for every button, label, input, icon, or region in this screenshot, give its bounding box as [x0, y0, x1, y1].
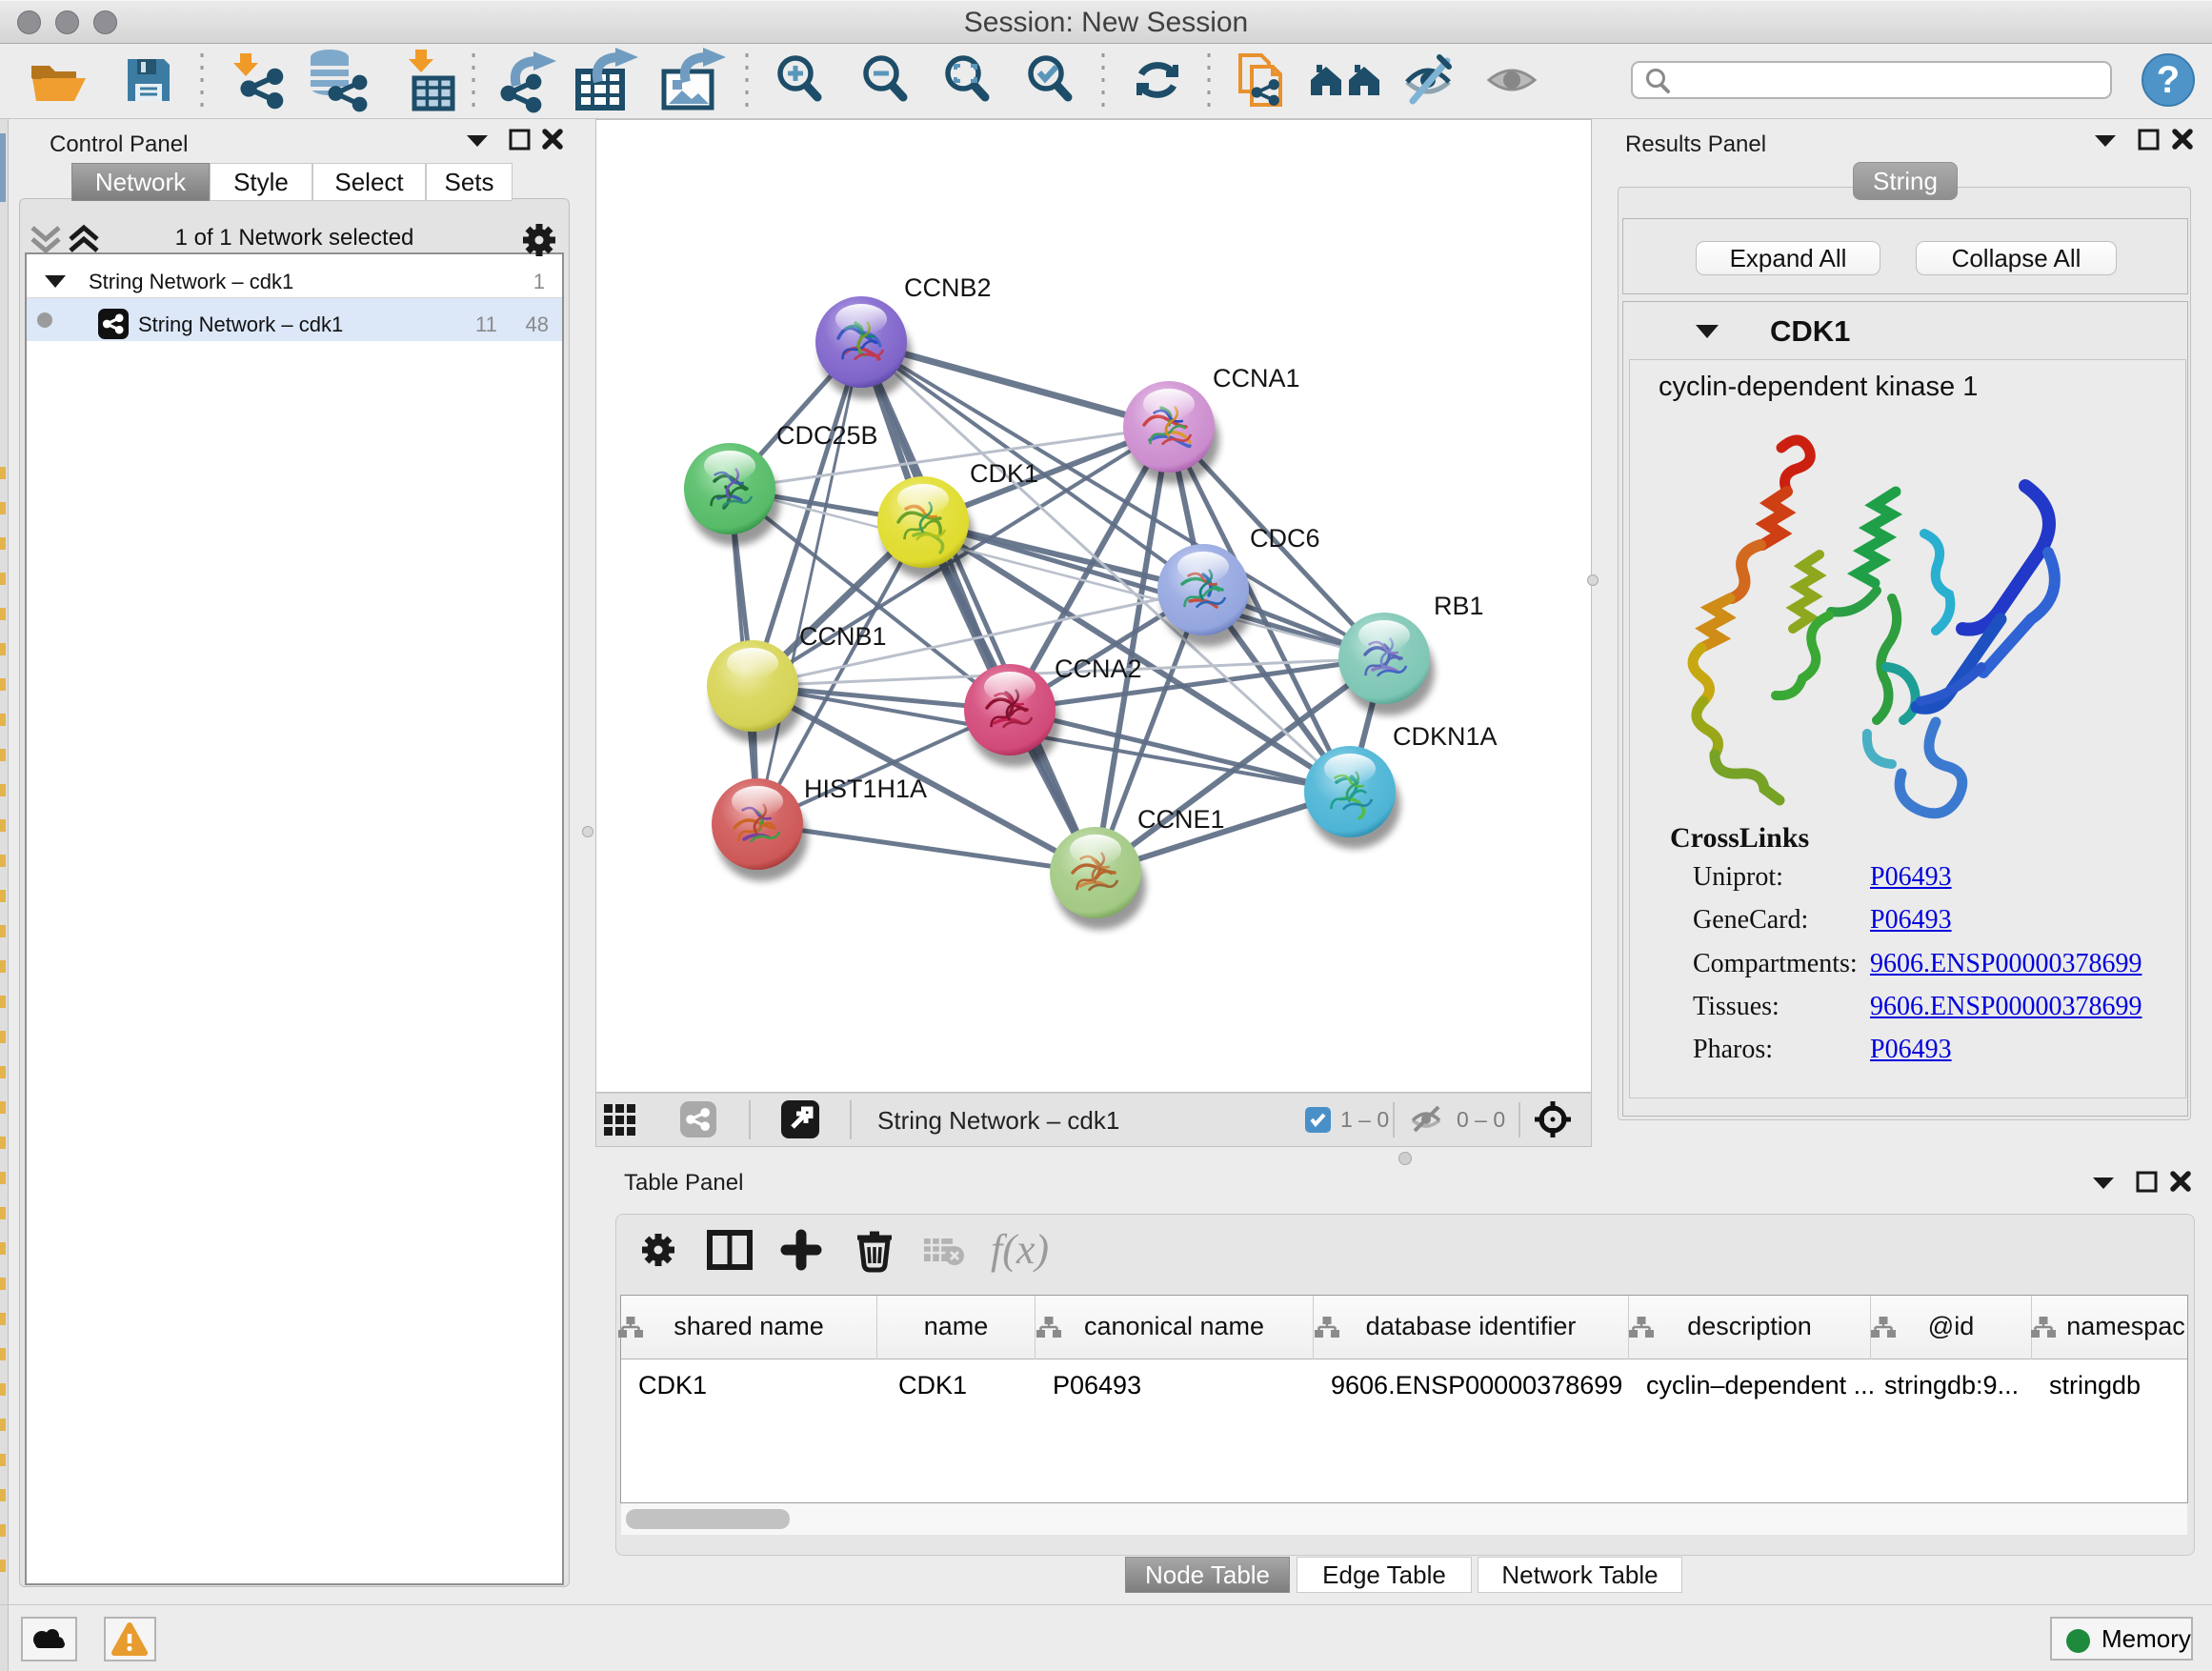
svg-text:f(x): f(x) — [991, 1226, 1049, 1273]
svg-text:?: ? — [2157, 59, 2180, 101]
svg-text:RB1: RB1 — [1434, 592, 1484, 620]
svg-text:CCNA1: CCNA1 — [1213, 364, 1300, 393]
svg-text:CDKN1A: CDKN1A — [1393, 722, 1498, 751]
svg-text:0 – 0: 0 – 0 — [1457, 1107, 1505, 1132]
svg-text:HIST1H1A: HIST1H1A — [804, 775, 927, 803]
svg-text:CCNA2: CCNA2 — [1055, 654, 1142, 683]
svg-text:CDC25B: CDC25B — [776, 421, 878, 450]
svg-text:CCNB2: CCNB2 — [904, 273, 992, 302]
svg-text:CDC6: CDC6 — [1250, 524, 1320, 553]
svg-text:CCNB1: CCNB1 — [799, 622, 887, 651]
svg-text:CCNE1: CCNE1 — [1137, 805, 1225, 834]
svg-text:1 – 0: 1 – 0 — [1340, 1107, 1389, 1132]
svg-text:CDK1: CDK1 — [970, 459, 1038, 488]
